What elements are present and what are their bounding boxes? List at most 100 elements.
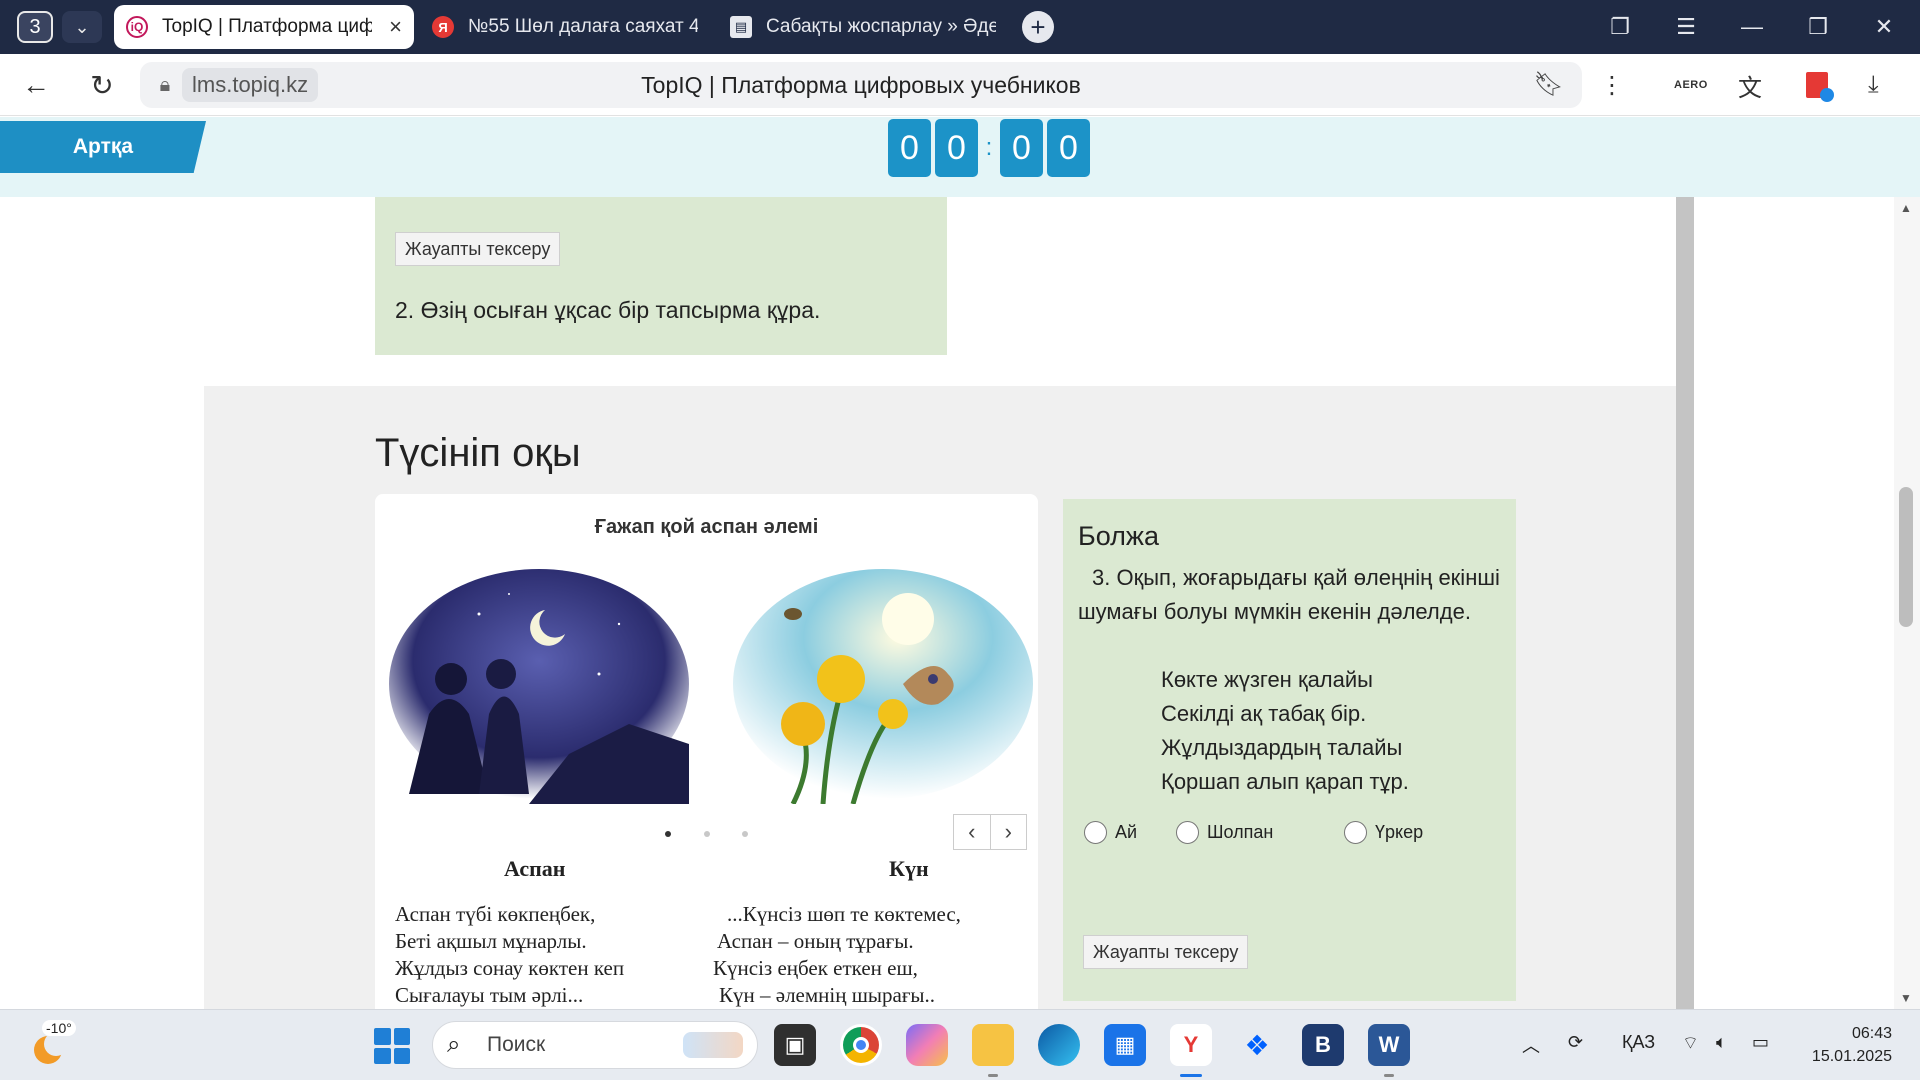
poem-line: Жұлдыздардың талайы [1161,735,1403,760]
tab-topiq-title: TopIQ | Платформа циф [162,16,372,37]
windows-taskbar: -10° ⌕ Поиск ▣ ▦ Y ❖ B W ︿ ⟳ ҚАЗ ⌔ 🔈︎ ▭ … [0,1009,1920,1080]
address-bar: ← ↻ 🔒︎ lms.topiq.kz TopIQ | Платформа ци… [0,54,1920,116]
pdf-extension-icon[interactable] [1806,68,1834,102]
tab-list-chevron-icon[interactable]: ⌄ [62,11,102,43]
timer-digit: 0 [935,119,978,177]
carousel-arrows: ‹ › [953,814,1027,850]
carousel-dot[interactable] [665,831,672,837]
task-panel-top: Жауапты тексеру [375,197,947,355]
radio-circle[interactable] [1344,821,1367,844]
predict-poem: Көкте жүзген қалайы Секілді ақ табақ бір… [1161,663,1409,799]
option-sholpan-radio[interactable]: Шолпан [1176,821,1273,844]
battery-icon[interactable]: ▭ [1752,1032,1769,1053]
poem-line: Күн – әлемнің шырағы.. [719,983,936,1007]
restore-icon[interactable]: ❒ [1798,8,1838,46]
sun-dandelion-illustration [733,569,1033,804]
back-arrow-icon[interactable]: ← [18,67,54,103]
tab-yandex-55[interactable]: Я №55 Шөл далаға саяхат 4 [420,5,710,49]
task-2-text: 2. Өзің осыған ұқсас бір тапсырма құра. [395,297,821,323]
vk-b-icon[interactable]: B [1302,1024,1344,1066]
menu-hamburger-icon[interactable]: ☰ [1666,8,1706,46]
task-view-icon[interactable]: ▣ [774,1024,816,1066]
poem-title-aspan: Аспан [504,856,566,881]
poem-line: Аспан түбі көкпеңбек, [395,902,596,926]
carousel-dots [375,824,1038,842]
wifi-icon[interactable]: ⌔ [1682,1032,1699,1055]
clock-date: 15.01.2025 [1811,1048,1892,1065]
scrollbar-thumb[interactable] [1899,487,1913,627]
poem-line: Аспан – оның тұрағы. [717,929,914,953]
scroll-up-icon[interactable]: ▲ [1900,201,1912,215]
bookmark-icon[interactable]: 🔖︎ [1534,70,1564,99]
minimize-icon[interactable]: — [1732,8,1772,46]
running-indicator [988,1074,998,1077]
option-label: Шолпан [1207,822,1274,842]
poem-title-kun: Күн [889,856,929,881]
predict-title: Болжа [1078,521,1159,551]
download-icon[interactable]: ⤓ [1868,68,1879,102]
file-explorer-icon[interactable] [972,1024,1014,1066]
scroll-down-icon[interactable]: ▼ [1900,991,1912,1005]
new-tab-plus-icon[interactable]: + [1022,11,1054,43]
collections-icon[interactable]: ❐ [1600,8,1640,46]
volume-icon[interactable]: 🔈︎ [1716,1032,1727,1053]
topiq-favicon-icon: iQ [126,16,148,38]
document-favicon-icon: ▤ [730,16,752,38]
taskbar-search[interactable]: ⌕ Поиск [432,1021,758,1069]
option-urker-radio[interactable]: Үркер [1344,821,1423,844]
carousel-dot[interactable] [741,831,748,837]
chrome-icon[interactable] [840,1024,882,1066]
tab-lesson-planning-title: Сабақты жоспарлау » Әде [766,16,996,37]
close-window-icon[interactable]: ✕ [1864,8,1904,46]
check-answer-button[interactable]: Жауапты тексеру [395,232,561,266]
poem-line: Көкте жүзген қалайы [1161,667,1373,692]
carousel-dot[interactable] [703,831,710,837]
chevron-right-icon[interactable]: › [989,815,1027,849]
back-button[interactable]: Артқа [0,121,206,173]
page-scrollbar[interactable]: ▲ ▼ [1894,197,1920,1009]
predict-question: 3. Оқып, жоғарыдағы қай өлеңнің екінші ш… [1078,565,1500,624]
night-sky-illustration [389,569,689,804]
language-indicator[interactable]: ҚАЗ [1622,1032,1655,1053]
sync-icon[interactable]: ⟳ [1568,1032,1583,1053]
story-title: Ғажап қой аспан әлемі [594,516,819,538]
microsoft-store-icon[interactable]: ▦ [1104,1024,1146,1066]
clock-time: 06:43 [1851,1025,1892,1042]
more-vertical-icon[interactable]: ⋮ [1600,68,1624,102]
screen: 3 ⌄ iQ TopIQ | Платформа циф × Я №55 Шөл… [0,0,1920,1080]
tab-close-icon[interactable]: × [381,14,402,40]
radio-circle[interactable] [1084,821,1107,844]
reload-icon[interactable]: ↻ [84,67,120,103]
option-ai-radio[interactable]: Ай [1084,821,1137,844]
copilot-icon[interactable] [906,1024,948,1066]
aero-extension-icon[interactable]: AERO [1674,68,1708,102]
story-card: Ғажап қой аспан әлемі ‹ › Аспан Аспан тү… [375,494,1038,1009]
tab-count-button[interactable]: 3 [17,11,53,43]
yandex-browser-icon[interactable]: Y [1170,1024,1212,1066]
option-label: Үркер [1375,822,1424,842]
edge-icon[interactable] [1038,1024,1080,1066]
timer-digit: 0 [1047,119,1090,177]
search-placeholder: Поиск [487,1033,546,1056]
content-viewport: Жауапты тексеру 2. Өзің осыған ұқсас бір… [0,197,1920,1009]
word-icon[interactable]: W [1368,1024,1410,1066]
tab-topiq[interactable]: iQ TopIQ | Платформа циф × [114,5,414,49]
translate-icon[interactable]: 文 [1738,68,1762,102]
content-scrollbar[interactable] [1676,197,1694,1009]
chevron-left-icon[interactable]: ‹ [954,815,990,849]
predict-panel: Болжа 3. Оқып, жоғарыдағы қай өлеңнің ек… [1063,499,1516,1001]
section-title: Түсініп оқы [375,431,581,475]
check-answer-button[interactable]: Жауапты тексеру [1083,935,1249,969]
dropbox-icon[interactable]: ❖ [1236,1024,1278,1066]
system-clock[interactable]: 06:43 15.01.2025 [1812,1022,1892,1068]
radio-circle[interactable] [1176,821,1199,844]
tray-chevron-up-icon[interactable]: ︿ [1522,1032,1540,1058]
omnibox[interactable]: 🔒︎ lms.topiq.kz TopIQ | Платформа цифров… [140,62,1582,108]
windows-start-icon[interactable] [374,1028,410,1064]
app-header: Артқа 0 0 : 0 0 [0,117,1920,197]
poem-kun: ...Күнсіз шөп те көктемес, Аспан – оның … [713,901,961,1009]
option-label: Ай [1115,822,1138,842]
tab-lesson-planning[interactable]: ▤ Сабақты жоспарлау » Әде [718,5,1008,49]
running-indicator [1384,1074,1394,1077]
search-highlight-image [683,1032,743,1058]
